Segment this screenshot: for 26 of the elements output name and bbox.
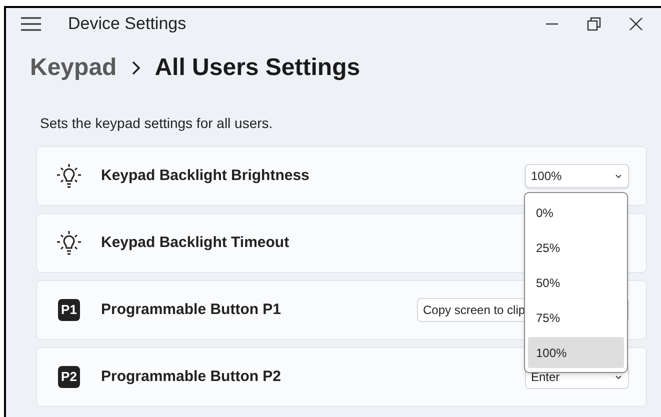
- dropdown-option[interactable]: 0%: [528, 197, 624, 228]
- page-description: Sets the keypad settings for all users.: [39, 114, 274, 133]
- dropdown-option[interactable]: 25%: [528, 232, 624, 263]
- window-title: Device Settings: [68, 13, 186, 36]
- light-bulb-icon: [55, 163, 83, 189]
- breadcrumb-current: All Users Settings: [154, 53, 360, 83]
- dropdown-value: Copy screen to clip: [423, 302, 526, 319]
- chevron-right-icon: [130, 61, 141, 75]
- setting-label: Keypad Backlight Brightness: [101, 166, 310, 186]
- dropdown-option[interactable]: 50%: [528, 267, 624, 298]
- chevron-down-icon: [615, 374, 622, 380]
- menu-icon[interactable]: [20, 16, 42, 32]
- dropdown-value: Enter: [531, 369, 560, 386]
- key-badge: P2: [58, 366, 80, 388]
- dropdown-field[interactable]: 100%: [525, 164, 629, 188]
- breadcrumb-link[interactable]: Keypad: [30, 50, 117, 86]
- dropdown-value: 100%: [531, 168, 562, 185]
- key-badge: P1: [58, 299, 80, 321]
- chevron-down-icon: [615, 174, 622, 178]
- setting-label: Keypad Backlight Timeout: [101, 232, 290, 253]
- light-bulb-icon: [55, 230, 83, 256]
- close-icon[interactable]: [629, 17, 643, 31]
- setting-label: Programmable Button P1: [101, 300, 282, 320]
- restore-icon[interactable]: [587, 17, 601, 31]
- dropdown-option[interactable]: 100%: [528, 337, 624, 368]
- setting-label: Programmable Button P2: [101, 366, 282, 387]
